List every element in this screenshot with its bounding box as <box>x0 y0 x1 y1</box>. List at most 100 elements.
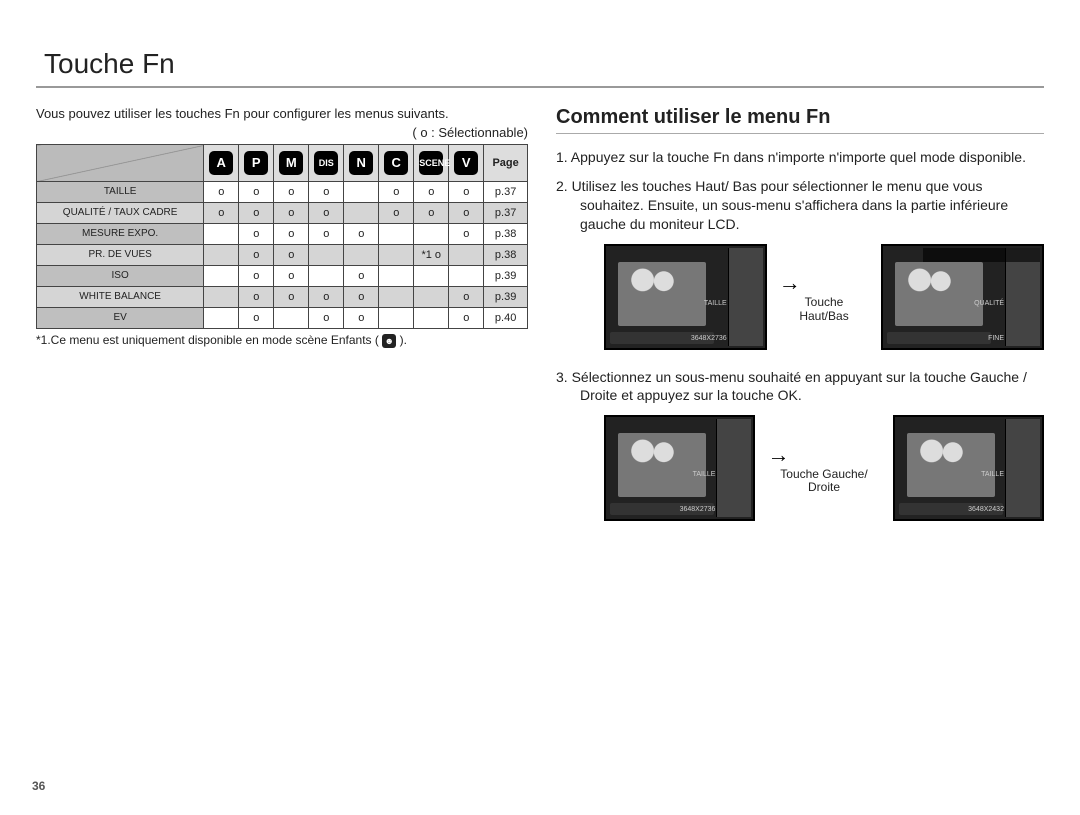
table-row: QUALITÉ / TAUX CADREooooooop.37 <box>37 203 528 224</box>
page-ref: p.39 <box>484 287 528 308</box>
table-row: MESURE EXPO.ooooop.38 <box>37 224 528 245</box>
caption-gauche-droite: Touche Gauche/ Droite <box>767 468 880 494</box>
table-cell <box>204 266 239 287</box>
page-number: 36 <box>32 779 45 793</box>
table-cell: o <box>274 182 309 203</box>
table-cell: o <box>344 266 379 287</box>
page-ref: p.38 <box>484 245 528 266</box>
row-header: QUALITÉ / TAUX CADRE <box>37 203 204 224</box>
table-cell <box>379 245 414 266</box>
mode-icon-manual: M <box>279 151 303 175</box>
lcd-screenshot-2b: TAILLE 3648X2432 <box>893 415 1044 521</box>
table-row: ISOooop.39 <box>37 266 528 287</box>
table-cell: o <box>379 182 414 203</box>
table-cell <box>449 266 484 287</box>
table-cell <box>204 245 239 266</box>
table-cell: o <box>239 182 274 203</box>
page-col-header: Page <box>484 145 528 182</box>
table-cell: o <box>274 287 309 308</box>
table-cell <box>309 245 344 266</box>
table-cell: o <box>449 224 484 245</box>
row-header: MESURE EXPO. <box>37 224 204 245</box>
table-cell: o <box>239 266 274 287</box>
mode-icon-program: P <box>244 151 268 175</box>
table-cell: o <box>204 203 239 224</box>
table-cell <box>204 287 239 308</box>
table-cell: o <box>239 203 274 224</box>
table-cell: o <box>274 266 309 287</box>
table-cell: o <box>239 245 274 266</box>
table-cell <box>379 224 414 245</box>
page-ref: p.37 <box>484 203 528 224</box>
table-cell: o <box>309 203 344 224</box>
footnote: *1.Ce menu est uniquement disponible en … <box>36 333 528 348</box>
figure-row-1: TAILLE 3648X2736 → Touche Haut/Bas QUALI… <box>604 244 1044 350</box>
table-cell <box>344 203 379 224</box>
row-header: PR. DE VUES <box>37 245 204 266</box>
page-title: Touche Fn <box>36 48 1044 88</box>
table-cell: o <box>239 224 274 245</box>
intro-text: Vous pouvez utiliser les touches Fn pour… <box>36 106 528 121</box>
table-cell <box>309 266 344 287</box>
table-cell: o <box>379 203 414 224</box>
lcd-screenshot-1a: TAILLE 3648X2736 <box>604 244 767 350</box>
right-arrow-icon: → <box>779 270 870 296</box>
step-3: 3. Sélectionnez un sous-menu souhaité en… <box>556 368 1044 406</box>
table-cell: *1 o <box>414 245 449 266</box>
table-cell <box>414 287 449 308</box>
section-heading: Comment utiliser le menu Fn <box>556 106 1044 134</box>
table-cell <box>379 308 414 329</box>
table-cell: o <box>344 224 379 245</box>
row-header: ISO <box>37 266 204 287</box>
table-cell <box>379 266 414 287</box>
right-arrow-icon: → <box>767 442 880 468</box>
mode-icon-guide: C <box>384 151 408 175</box>
table-cell: o <box>309 224 344 245</box>
mode-icon-scene: SCENE <box>419 151 443 175</box>
page-ref: p.37 <box>484 182 528 203</box>
step-2: 2. Utilisez les touches Haut/ Bas pour s… <box>556 177 1044 234</box>
table-cell <box>204 308 239 329</box>
table-cell: o <box>449 182 484 203</box>
table-cell <box>379 287 414 308</box>
page-ref: p.38 <box>484 224 528 245</box>
table-cell: o <box>204 182 239 203</box>
table-cell <box>344 245 379 266</box>
mode-icon-auto: A <box>209 151 233 175</box>
table-cell: o <box>449 287 484 308</box>
mode-icon-dis: DIS <box>314 151 338 175</box>
table-cell: o <box>309 308 344 329</box>
table-cell: o <box>274 203 309 224</box>
row-header: WHITE BALANCE <box>37 287 204 308</box>
table-row: PR. DE VUES oo *1 o p.38 <box>37 245 528 266</box>
table-cell: o <box>449 203 484 224</box>
fn-modes-table: A P M DIS N C SCENE V Page TAILLEooooooo… <box>36 144 528 329</box>
table-cell <box>449 245 484 266</box>
table-cell: o <box>309 287 344 308</box>
table-corner <box>37 145 204 182</box>
table-cell <box>344 182 379 203</box>
row-header: EV <box>37 308 204 329</box>
table-cell: o <box>344 287 379 308</box>
table-cell <box>204 224 239 245</box>
lcd-screenshot-1b: QUALITÉ FINE <box>881 244 1044 350</box>
children-scene-icon: ☻ <box>382 334 396 348</box>
figure-row-2: TAILLE 3648X2736 → Touche Gauche/ Droite… <box>604 415 1044 521</box>
table-cell: o <box>309 182 344 203</box>
table-cell: o <box>449 308 484 329</box>
table-cell: o <box>274 224 309 245</box>
table-cell <box>274 308 309 329</box>
row-header: TAILLE <box>37 182 204 203</box>
table-row: TAILLEooooooop.37 <box>37 182 528 203</box>
lcd-screenshot-2a: TAILLE 3648X2736 <box>604 415 755 521</box>
table-cell: o <box>414 203 449 224</box>
table-cell: o <box>239 287 274 308</box>
table-cell: o <box>239 308 274 329</box>
mode-icon-movie: V <box>454 151 478 175</box>
legend-text: ( o : Sélectionnable) <box>412 125 528 140</box>
table-cell: o <box>344 308 379 329</box>
mode-icon-night: N <box>349 151 373 175</box>
step-1: 1. Appuyez sur la touche Fn dans n'impor… <box>556 148 1044 167</box>
caption-haut-bas: Touche Haut/Bas <box>779 296 870 322</box>
table-cell: o <box>274 245 309 266</box>
